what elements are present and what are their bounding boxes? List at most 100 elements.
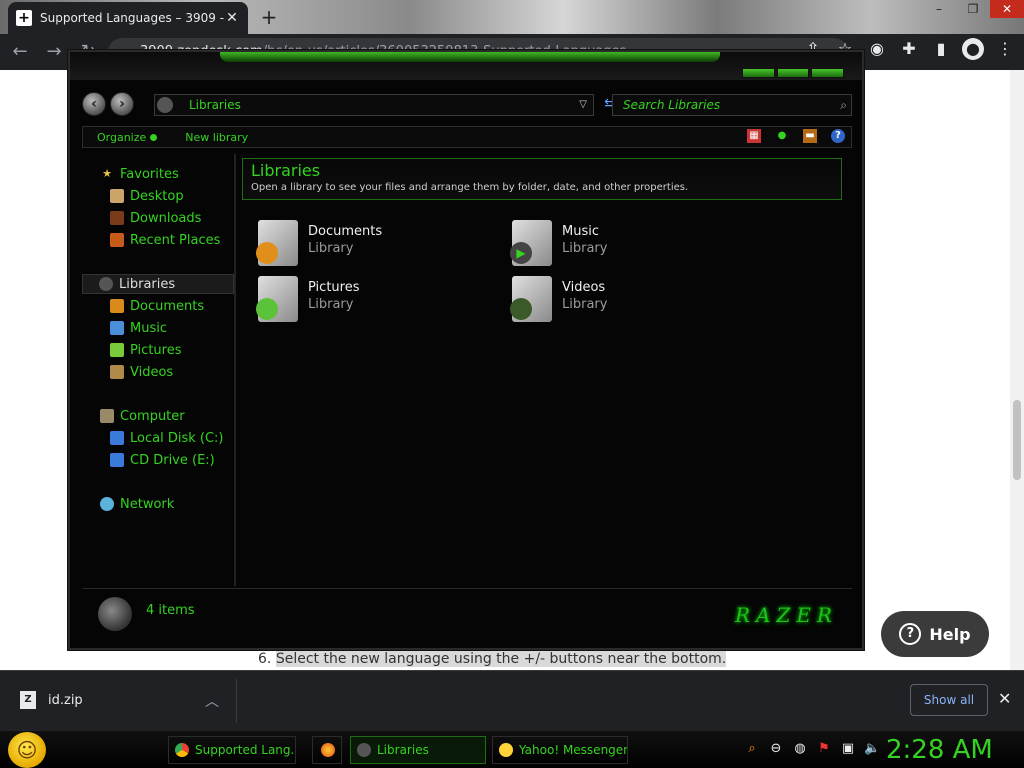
show-all-button[interactable]: Show all [910, 684, 988, 716]
libraries-icon [357, 743, 371, 757]
nav-label: Music [130, 320, 167, 336]
nav-computer[interactable]: Computer [100, 406, 185, 426]
help-question-icon: ? [899, 623, 922, 645]
nav-network[interactable]: Network [100, 494, 174, 514]
navigation-pane: ★ Favorites Desktop Downloads Recent Plac… [82, 154, 236, 586]
view-options-icon[interactable]: ● [775, 129, 789, 143]
scroll-thumb[interactable] [1013, 400, 1021, 480]
titlebar-glow [220, 52, 720, 62]
library-item-videos[interactable]: Videos Library [510, 276, 712, 328]
computer-icon [100, 409, 114, 423]
nav-label: Network [120, 496, 175, 512]
new-tab-button[interactable]: + [258, 6, 280, 28]
organize-menu[interactable]: Organize [83, 131, 171, 144]
explorer-minimize-button[interactable] [742, 68, 775, 78]
library-type: Library [308, 241, 354, 256]
library-type: Library [562, 297, 608, 312]
explorer-forward-icon[interactable]: › [110, 92, 134, 116]
header-title: Libraries [251, 161, 321, 180]
address-text: Libraries [189, 98, 241, 112]
new-library-button[interactable]: New library [171, 131, 262, 144]
downloads-bar: Z id.zip ︿ Show all ✕ [0, 670, 1024, 730]
browser-tab[interactable]: + Supported Languages – 3909 - S ✕ [8, 2, 248, 34]
search-icon[interactable]: ⌕ [840, 95, 847, 115]
nav-cd-drive[interactable]: CD Drive (E:) [110, 450, 215, 470]
downloads-icon [110, 211, 124, 225]
explorer-search-field[interactable]: Search Libraries ⌕ [612, 94, 852, 116]
search-tray-icon[interactable]: ⌕ [744, 740, 760, 758]
change-view-icon[interactable]: ▦ [747, 129, 761, 143]
action-center-flag-icon[interactable]: ⚑ [816, 740, 832, 758]
page-scrollbar[interactable] [1010, 70, 1024, 670]
tab-close-icon[interactable]: ✕ [224, 10, 240, 26]
extension-flag-icon[interactable]: ◉ [866, 38, 888, 60]
browser-tab-strip: + Supported Languages – 3909 - S ✕ + – ❐… [0, 0, 1024, 34]
documents-badge-icon [256, 242, 278, 264]
preview-pane-icon[interactable]: ▬ [803, 129, 817, 143]
nav-videos[interactable]: Videos [110, 362, 173, 382]
organize-label: Organize [97, 130, 147, 144]
organize-dropdown-icon [150, 133, 158, 141]
taskbar-clock[interactable]: 2:28 AM [886, 733, 993, 767]
nav-label: Recent Places [130, 232, 221, 248]
pictures-library-icon [256, 276, 298, 322]
address-dropdown-icon[interactable]: ▽ [579, 95, 587, 115]
back-icon[interactable]: ← [6, 38, 34, 66]
close-downloads-icon[interactable]: ✕ [998, 689, 1011, 708]
sidebar-icon[interactable]: ▮ [930, 38, 952, 60]
nav-downloads[interactable]: Downloads [110, 208, 201, 228]
maximize-icon[interactable]: ❐ [956, 0, 990, 18]
forward-icon[interactable]: → [40, 38, 68, 66]
explorer-close-button[interactable] [811, 68, 845, 78]
libraries-large-icon [98, 597, 132, 631]
desktop-icon [110, 189, 124, 203]
nav-recent-places[interactable]: Recent Places [110, 230, 220, 250]
library-item-pictures[interactable]: Pictures Library [256, 276, 458, 328]
zip-file-icon: Z [20, 691, 36, 709]
library-item-music[interactable]: ▶ Music Library [510, 220, 712, 272]
start-orb-smiley-icon[interactable]: ☺ [8, 732, 46, 768]
documents-library-icon [256, 220, 298, 266]
explorer-maximize-button[interactable] [776, 68, 810, 78]
nav-documents[interactable]: Documents [110, 296, 204, 316]
nav-libraries[interactable]: Libraries [82, 274, 234, 294]
minimize-icon[interactable]: – [922, 0, 956, 18]
menu-icon[interactable]: ⋮ [994, 38, 1016, 60]
volume-icon[interactable]: 🔈 [864, 740, 880, 758]
play-icon: ▶ [510, 242, 532, 264]
nav-pictures[interactable]: Pictures [110, 340, 181, 360]
nav-local-disk[interactable]: Local Disk (C:) [110, 428, 223, 448]
explorer-help-icon[interactable]: ? [831, 129, 845, 143]
taskbar-item-chrome[interactable]: Supported Lang... [168, 736, 296, 764]
explorer-back-icon[interactable]: ‹ [82, 92, 106, 116]
videos-badge-icon [510, 298, 532, 320]
download-options-chevron-icon[interactable]: ︿ [205, 691, 219, 711]
nav-desktop[interactable]: Desktop [110, 186, 184, 206]
taskbar-item-libraries[interactable]: Libraries [350, 736, 486, 764]
pictures-badge-icon [256, 298, 278, 320]
header-subtitle: Open a library to see your files and arr… [251, 182, 689, 193]
nav-music[interactable]: Music [110, 318, 167, 338]
stop-tray-icon[interactable]: ⊖ [768, 740, 784, 758]
taskbar-item-firefox[interactable] [312, 736, 342, 764]
network-tray-icon[interactable]: ▣ [840, 740, 856, 758]
nav-label: Downloads [130, 210, 202, 226]
star-icon: ★ [102, 167, 112, 180]
close-window-icon[interactable]: ✕ [990, 0, 1024, 18]
help-button[interactable]: ? Help [881, 611, 989, 657]
taskbar-item-yahoo-messenger[interactable]: Yahoo! Messenger [492, 736, 628, 764]
download-file-name[interactable]: id.zip [48, 693, 83, 708]
tab-title: Supported Languages – 3909 - S [40, 11, 224, 25]
item-count: 4 items [146, 603, 195, 618]
profile-avatar-icon[interactable]: ● [962, 38, 984, 60]
library-item-documents[interactable]: Documents Library [256, 220, 458, 272]
nav-favorites[interactable]: ★ Favorites [100, 164, 179, 184]
extensions-puzzle-icon[interactable]: ✚ [898, 38, 920, 60]
recent-places-icon [110, 233, 124, 247]
chrome-tray-icon[interactable]: ◍ [792, 740, 808, 758]
explorer-window: ‹ › Libraries ▽ ⇆ Search Libraries ⌕ Org… [68, 50, 864, 650]
nav-label: Local Disk (C:) [130, 430, 224, 446]
nav-label: Videos [130, 364, 174, 380]
explorer-address-field[interactable]: Libraries ▽ [154, 94, 594, 116]
window-controls: – ❐ ✕ [922, 0, 1024, 18]
